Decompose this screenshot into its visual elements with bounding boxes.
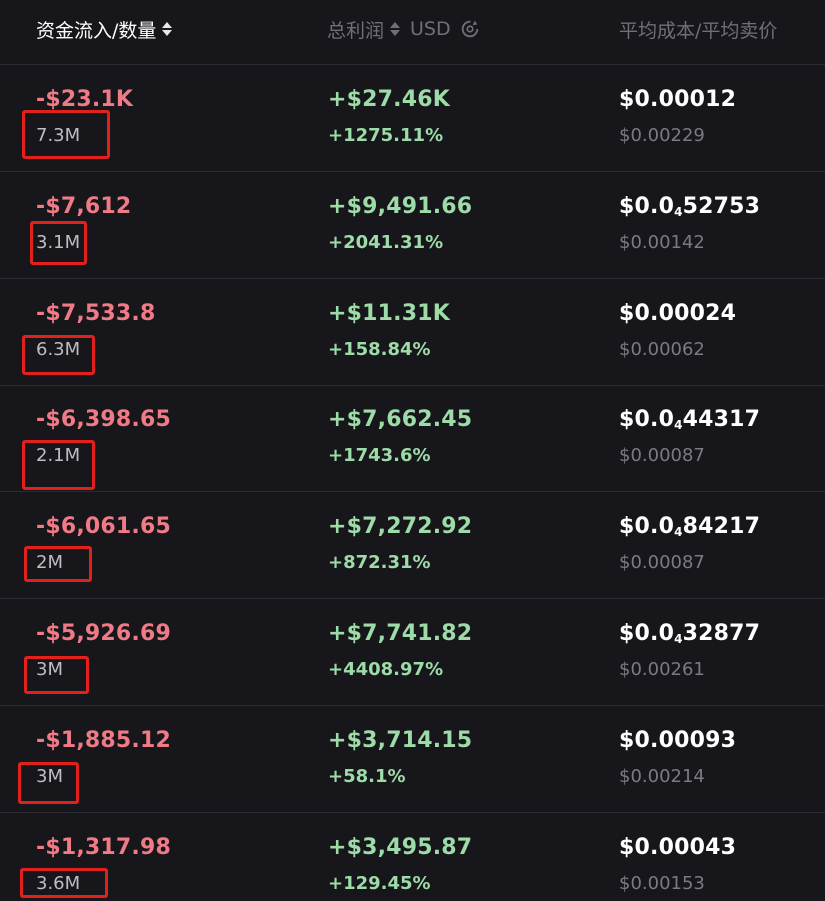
avg-sell-value: $0.00087 bbox=[619, 552, 705, 573]
profit-percent: +872.31% bbox=[328, 552, 431, 573]
holders-table: 资金流入/数量 总利润 USD 平均成本/平均卖价 -$23.1K 7.3M +$2… bbox=[0, 0, 825, 901]
avg-cost-value: $0.0484217 bbox=[619, 514, 761, 539]
table-row[interactable]: -$1,885.12 3M +$3,714.15 +58.1% $0.00093 $0.0… bbox=[0, 706, 825, 813]
quantity-highlight-box bbox=[30, 221, 87, 265]
profit-percent: +1743.6% bbox=[328, 445, 431, 466]
inflow-value: -$6,061.65 bbox=[36, 514, 171, 539]
column-header-inflow-quantity[interactable]: 资金流入/数量 bbox=[36, 14, 174, 44]
column-header-total-profit[interactable]: 总利润 USD bbox=[327, 14, 481, 44]
inflow-value: -$7,612 bbox=[36, 194, 132, 219]
profit-percent: +129.45% bbox=[328, 873, 431, 894]
avg-sell-value: $0.00087 bbox=[619, 445, 705, 466]
column-header-label: 资金流入/数量 bbox=[36, 19, 157, 42]
profit-percent: +158.84% bbox=[328, 339, 431, 360]
profit-value: +$3,495.87 bbox=[328, 835, 473, 860]
quantity-highlight-box bbox=[20, 868, 108, 898]
quantity-highlight-box bbox=[22, 335, 95, 375]
quantity-highlight-box bbox=[22, 110, 110, 159]
table-row[interactable]: -$5,926.69 3M +$7,741.82 +4408.97% $0.043287… bbox=[0, 599, 825, 706]
profit-value: +$7,662.45 bbox=[328, 407, 473, 432]
quantity-highlight-box bbox=[24, 656, 89, 694]
table-row[interactable]: -$6,061.65 2M +$7,272.92 +872.31% $0.0484217… bbox=[0, 492, 825, 599]
avg-cost-value: $0.00043 bbox=[619, 835, 737, 860]
currency-toggle[interactable]: USD bbox=[410, 18, 451, 40]
avg-cost-value: $0.00012 bbox=[619, 87, 737, 112]
table-row[interactable]: -$7,533.8 6.3M +$11.31K +158.84% $0.00024 $0.… bbox=[0, 279, 825, 386]
column-header-label: 总利润 bbox=[327, 19, 385, 42]
refresh-icon[interactable] bbox=[459, 18, 481, 40]
avg-sell-value: $0.00142 bbox=[619, 232, 705, 253]
profit-value: +$27.46K bbox=[328, 87, 450, 112]
inflow-value: -$7,533.8 bbox=[36, 301, 156, 326]
inflow-value: -$6,398.65 bbox=[36, 407, 171, 432]
avg-sell-value: $0.00229 bbox=[619, 125, 705, 146]
avg-sell-value: $0.00062 bbox=[619, 339, 705, 360]
profit-value: +$7,272.92 bbox=[328, 514, 473, 539]
column-header-avg-cost-sell[interactable]: 平均成本/平均卖价 bbox=[619, 14, 777, 44]
avg-cost-value: $0.00093 bbox=[619, 728, 737, 753]
inflow-value: -$23.1K bbox=[36, 87, 134, 112]
sort-icon[interactable] bbox=[390, 19, 402, 39]
profit-percent: +2041.31% bbox=[328, 232, 444, 253]
column-header-label: 平均成本/平均卖价 bbox=[619, 19, 778, 42]
table-row[interactable]: -$23.1K 7.3M +$27.46K +1275.11% $0.00012 $0.0… bbox=[0, 65, 825, 172]
avg-cost-value: $0.0452753 bbox=[619, 194, 761, 219]
inflow-value: -$1,885.12 bbox=[36, 728, 171, 753]
avg-cost-value: $0.0444317 bbox=[619, 407, 761, 432]
profit-percent: +4408.97% bbox=[328, 659, 444, 680]
avg-cost-value: $0.0432877 bbox=[619, 621, 761, 646]
inflow-value: -$1,317.98 bbox=[36, 835, 171, 860]
avg-sell-value: $0.00214 bbox=[619, 766, 705, 787]
profit-value: +$7,741.82 bbox=[328, 621, 473, 646]
avg-sell-value: $0.00153 bbox=[619, 873, 705, 894]
profit-value: +$9,491.66 bbox=[328, 194, 473, 219]
profit-value: +$3,714.15 bbox=[328, 728, 473, 753]
quantity-highlight-box bbox=[18, 762, 79, 804]
sort-icon[interactable] bbox=[162, 19, 174, 39]
table-header: 资金流入/数量 总利润 USD 平均成本/平均卖价 bbox=[0, 0, 825, 65]
profit-value: +$11.31K bbox=[328, 301, 450, 326]
quantity-highlight-box bbox=[24, 546, 92, 582]
quantity-highlight-box bbox=[22, 440, 95, 490]
profit-percent: +1275.11% bbox=[328, 125, 444, 146]
table-row[interactable]: -$6,398.65 2.1M +$7,662.45 +1743.6% $0.04443… bbox=[0, 385, 825, 492]
avg-cost-value: $0.00024 bbox=[619, 301, 737, 326]
avg-sell-value: $0.00261 bbox=[619, 659, 705, 680]
table-row[interactable]: -$1,317.98 3.6M +$3,495.87 +129.45% $0.00043… bbox=[0, 813, 825, 901]
table-row[interactable]: -$7,612 3.1M +$9,491.66 +2041.31% $0.0452753… bbox=[0, 172, 825, 279]
inflow-value: -$5,926.69 bbox=[36, 621, 171, 646]
profit-percent: +58.1% bbox=[328, 766, 406, 787]
